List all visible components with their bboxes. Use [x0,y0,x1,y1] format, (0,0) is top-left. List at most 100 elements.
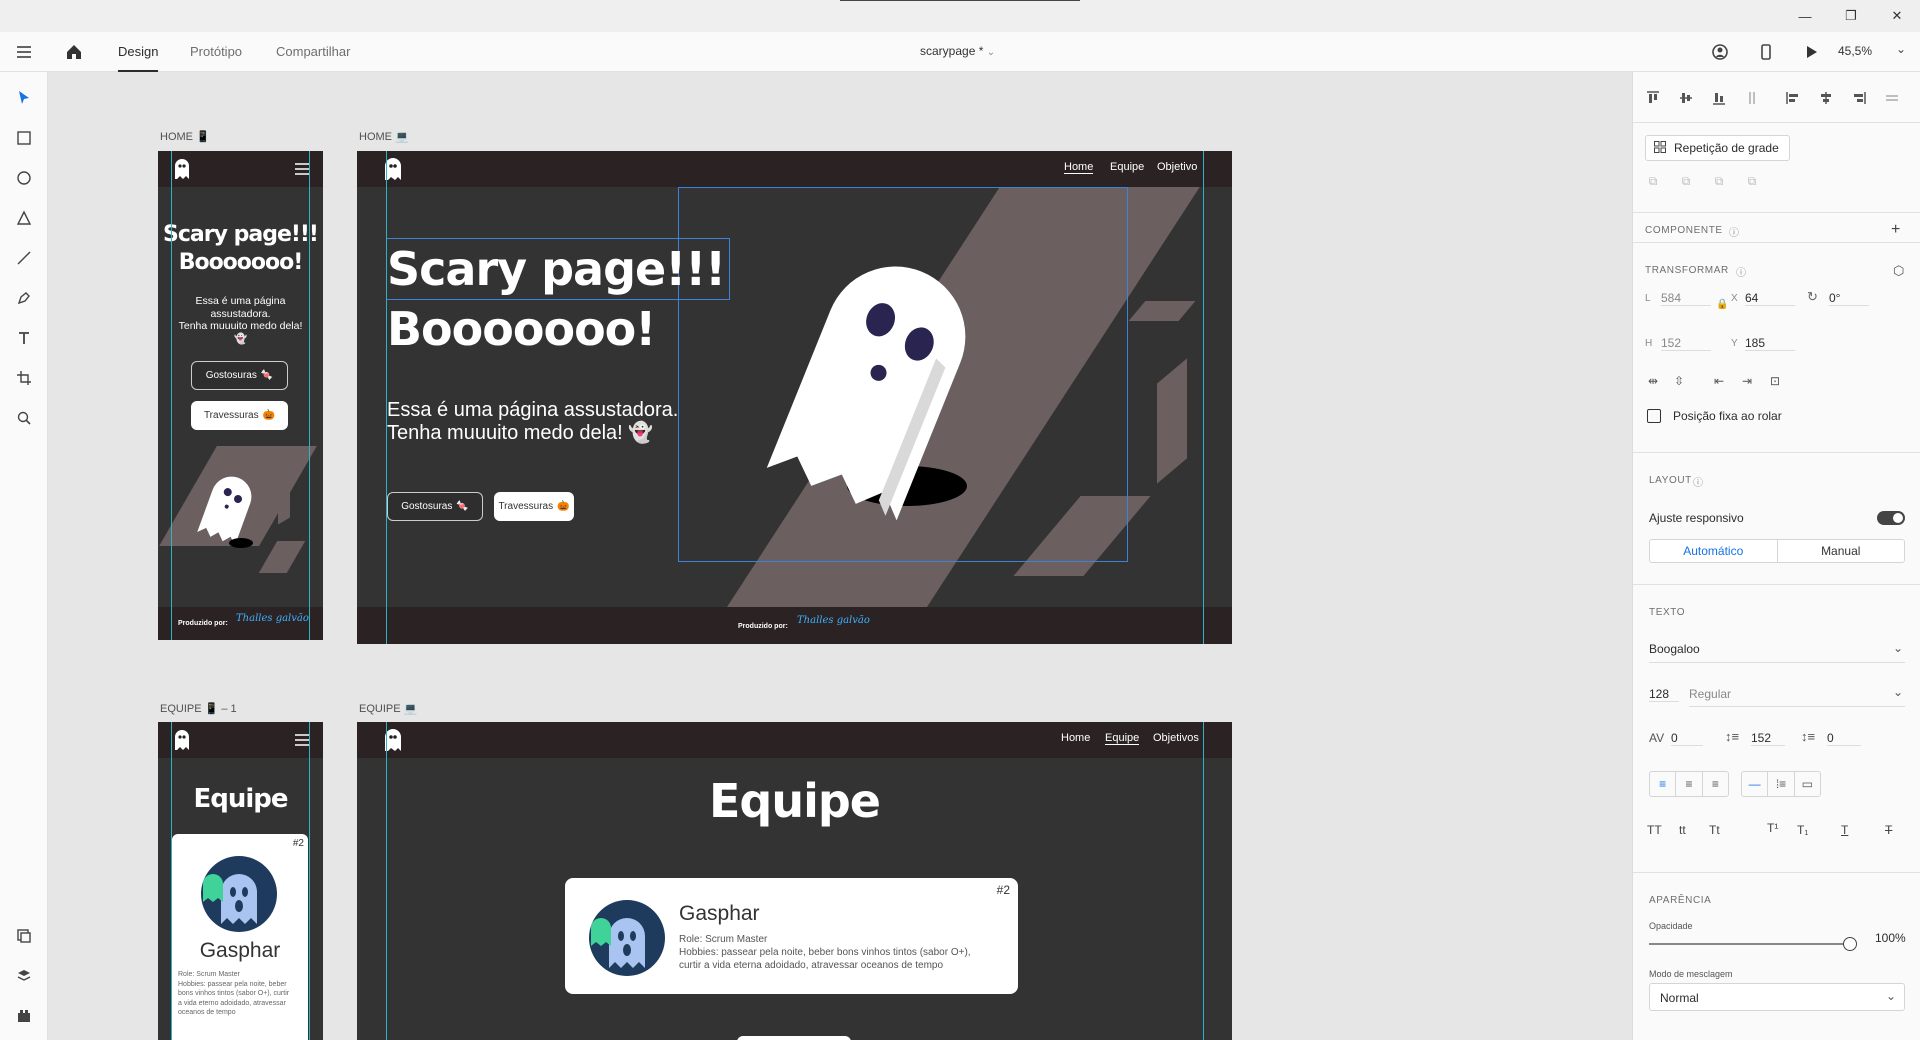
tab-prototype[interactable]: Protótipo [190,32,242,72]
fix-height-icon[interactable]: ⇥ [1737,371,1757,391]
text-align-center-icon[interactable]: ≡ [1676,772,1703,796]
assets-icon[interactable] [12,924,36,948]
boolean-exclude-icon[interactable]: ⧉ [1742,171,1762,191]
align-top-icon[interactable] [1643,88,1663,108]
distribute-vertical-icon[interactable] [1742,88,1762,108]
zoom-tool-icon[interactable] [12,406,36,430]
nav-home-link[interactable]: Home [1061,732,1090,744]
hamburger-menu-icon[interactable] [14,42,34,62]
boolean-intersect-icon[interactable]: ⧉ [1709,171,1729,191]
auto-height-icon[interactable]: ⁞≡ [1768,772,1795,796]
artboard-home-mobile[interactable]: Scary page!!! Booooooo! Essa é uma págin… [158,151,323,640]
manual-layout-option[interactable]: Manual [1778,540,1905,562]
artboard-label-equipe-mobile[interactable]: EQUIPE 📱 – 1 [160,702,237,715]
font-size-field[interactable]: 128 [1649,687,1679,702]
responsive-toggle[interactable] [1877,511,1905,525]
uppercase-icon[interactable]: TT [1647,823,1662,837]
x-field[interactable]: 64 [1745,291,1795,306]
flip-horizontal-icon[interactable]: ⇹ [1643,371,1663,391]
home-icon[interactable] [64,42,84,62]
align-bottom-icon[interactable] [1709,88,1729,108]
artboard-label-equipe-desktop[interactable]: EQUIPE 💻 [359,702,417,715]
plugins-icon[interactable] [12,1004,36,1028]
zoom-chevron-icon[interactable]: ⌄ [1896,42,1906,56]
info-icon[interactable]: ⓘ [1729,224,1739,239]
text-align-right-icon[interactable]: ≡ [1703,772,1728,796]
nav-objetivo-link[interactable]: Objetivo [1157,161,1197,173]
close-icon[interactable]: ✕ [1874,0,1920,32]
minimize-icon[interactable]: — [1782,0,1828,32]
nav-home-link[interactable]: Home [1064,161,1094,174]
polygon-tool-icon[interactable] [12,206,36,230]
member-card[interactable]: #2 Gasphar Role: Scrum Master Hobbies: p… [565,878,1018,994]
height-field[interactable]: 152 [1661,336,1711,351]
travessuras-button[interactable]: Travessuras 🎃 [494,492,574,521]
mobile-preview-icon[interactable] [1756,42,1776,62]
font-weight-select[interactable]: Regular ⌄ [1689,681,1905,707]
info-icon[interactable]: ⓘ [1736,264,1746,279]
layers-icon[interactable] [12,964,36,988]
artboard-equipe-mobile[interactable]: Equipe #2 Gasphar Role: Scrum Master Hob… [158,722,323,1040]
select-tool-icon[interactable] [12,86,36,110]
tab-share[interactable]: Compartilhar [276,32,350,72]
flip-vertical-icon[interactable]: ⇳ [1669,371,1689,391]
restore-icon[interactable]: ❐ [1828,0,1874,32]
titlecase-icon[interactable]: Tt [1709,823,1720,837]
repeat-grid-button[interactable]: Repetição de grade [1645,135,1790,161]
subscript-icon[interactable]: T₁ [1797,823,1808,837]
text-align-left-icon[interactable]: ≡ [1650,772,1677,796]
hero-title[interactable]: Scary page!!! Booooooo! [385,238,731,359]
blend-mode-select[interactable]: Normal ⌄ [1649,983,1905,1011]
ellipse-tool-icon[interactable] [12,166,36,190]
add-component-icon[interactable]: + [1891,221,1900,239]
fixed-position-checkbox[interactable] [1647,409,1661,423]
mobile-member-card[interactable]: #2 Gasphar Role: Scrum Master Hobbies: p… [172,834,308,1040]
align-left-icon[interactable] [1783,88,1803,108]
rotation-field[interactable]: 0° [1829,291,1869,306]
width-field[interactable]: 584 [1661,291,1711,306]
document-title[interactable]: scarypage * ⌄ [920,44,995,58]
fix-width-icon[interactable]: ⇤ [1709,371,1729,391]
line-spacing-field[interactable]: 152 [1751,731,1785,746]
zoom-level[interactable]: 45,5% [1838,44,1872,58]
artboard-label-home-mobile[interactable]: HOME 📱 [160,130,210,143]
artboard-equipe-desktop[interactable]: Home Equipe Objetivos Equipe #2 Gasphar … [357,722,1232,1040]
artboard-tool-icon[interactable] [12,366,36,390]
opacity-slider-track[interactable] [1649,943,1849,945]
align-right-icon[interactable] [1849,88,1869,108]
distribute-horizontal-icon[interactable] [1882,88,1902,108]
tab-design[interactable]: Design [118,32,159,72]
nav-equipe-link[interactable]: Equipe [1105,732,1140,745]
y-field[interactable]: 185 [1745,336,1795,351]
auto-layout-option[interactable]: Automático [1650,540,1778,562]
artboard-home-desktop[interactable]: Home Equipe Objetivo Scary page!!! Boooo… [357,151,1232,644]
user-icon[interactable] [1710,42,1730,62]
superscript-icon[interactable]: T¹ [1767,821,1778,835]
pen-tool-icon[interactable] [12,286,36,310]
paragraph-spacing-field[interactable]: 0 [1827,731,1861,746]
boolean-subtract-icon[interactable]: ⧉ [1676,171,1696,191]
align-center-icon[interactable] [1816,88,1836,108]
rectangle-tool-icon[interactable] [12,126,36,150]
3d-transform-icon[interactable]: ⬡ [1893,263,1904,279]
character-spacing-field[interactable]: 0 [1671,731,1703,746]
strikethrough-icon[interactable]: T [1885,823,1892,837]
line-tool-icon[interactable] [12,246,36,270]
font-family-select[interactable]: Boogaloo ⌄ [1649,637,1905,663]
auto-width-icon[interactable]: — [1742,772,1769,796]
fix-all-icon[interactable]: ⊡ [1765,371,1785,391]
opacity-slider-thumb[interactable] [1843,937,1857,951]
fixed-size-icon[interactable]: ▭ [1795,772,1820,796]
mobile-travessuras-button[interactable]: Travessuras 🎃 [191,401,288,430]
mobile-gostosuras-button[interactable]: Gostosuras 🍬 [191,361,288,390]
design-canvas[interactable]: HOME 📱 HOME 💻 EQUIPE 📱 – 1 EQUIPE 💻 Scar… [48,72,1632,1040]
gostosuras-button[interactable]: Gostosuras 🍬 [387,492,483,521]
align-middle-icon[interactable] [1676,88,1696,108]
boolean-add-icon[interactable]: ⧉ [1643,171,1663,191]
artboard-label-home-desktop[interactable]: HOME 💻 [359,130,409,143]
lowercase-icon[interactable]: tt [1679,823,1686,837]
nav-equipe-link[interactable]: Equipe [1110,161,1144,173]
info-icon[interactable]: ⓘ [1693,474,1703,489]
opacity-value[interactable]: 100% [1875,931,1906,945]
play-icon[interactable] [1801,42,1821,62]
